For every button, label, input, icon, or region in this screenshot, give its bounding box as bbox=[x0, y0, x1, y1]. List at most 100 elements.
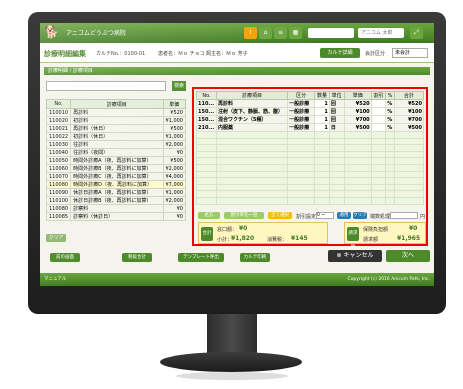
empty-cell bbox=[385, 196, 395, 205]
cancel-button[interactable]: ⊗ キャンセル bbox=[328, 250, 382, 262]
prescription-button[interactable]: 処方 bbox=[198, 212, 220, 219]
empty-cell bbox=[314, 177, 330, 185]
status-select[interactable]: 未会計 bbox=[392, 48, 428, 58]
app-screen: 🐕 アニコムどうぶつ病院 ! ⌂ ≡ ▦ アニコム 太郎 ⤢ 診療明細編集 カル… bbox=[40, 23, 434, 286]
table-cell: 110020 bbox=[45, 116, 72, 125]
clear-discount-button[interactable]: クリア bbox=[353, 212, 367, 219]
table-row[interactable]: 110070 時間外診療C（夜、再診料に加算） ¥4,000 bbox=[45, 172, 186, 181]
table-cell: 往診料 bbox=[70, 140, 164, 149]
table-row[interactable]: 110060 時間外診療B（夜、再診料に加算） ¥2,000 bbox=[45, 164, 186, 173]
table-cell: 一般診療 bbox=[287, 107, 316, 116]
empty-cell bbox=[328, 157, 345, 165]
empty-cell bbox=[215, 137, 289, 146]
table-cell[interactable] bbox=[370, 99, 387, 108]
discount-select[interactable]: 0 ~ bbox=[316, 212, 334, 219]
table-row[interactable]: 110080 時間外診療D（夜、再診料に加算） ¥7,000 bbox=[45, 180, 186, 189]
empty-cell bbox=[287, 144, 316, 152]
empty-cell bbox=[370, 157, 387, 165]
back-button[interactable]: 前の画面 bbox=[50, 253, 80, 262]
empty-row bbox=[196, 170, 425, 179]
table-cell: 休診日診療B（夜、再診料に加算） bbox=[70, 196, 164, 205]
alert-icon[interactable]: ! bbox=[244, 27, 257, 39]
empty-cell bbox=[328, 137, 345, 146]
table-row[interactable]: 110085 診察料（休診日） ¥0 bbox=[45, 212, 186, 221]
right-col-header: 単価 bbox=[343, 91, 372, 100]
table-cell[interactable]: 1 bbox=[314, 99, 330, 108]
apply-button[interactable]: 適用 bbox=[337, 212, 351, 219]
table-row[interactable]: 110030 往診料 ¥2,000 bbox=[45, 140, 186, 149]
empty-cell bbox=[328, 150, 345, 159]
table-row[interactable]: 110022 初診料（休日） ¥1,000 bbox=[45, 132, 186, 141]
empty-cell bbox=[385, 137, 395, 146]
empty-cell bbox=[196, 131, 217, 139]
table-row[interactable]: 150... 混合ワクチン（5種） 一般診療 1 回 ¥700% ¥700 bbox=[196, 115, 425, 124]
print-button[interactable]: カルテ印刷 bbox=[240, 253, 270, 262]
table-cell: ¥1,000 bbox=[162, 188, 186, 197]
empty-row bbox=[196, 137, 425, 146]
table-row[interactable]: 210... 内服薬 一般診療 1 日 ¥500% ¥500 bbox=[196, 123, 425, 132]
table-row[interactable]: 150... 注射（皮下、静脈、筋、腹） 一般診療 1 回 ¥100% ¥100 bbox=[196, 107, 425, 116]
table-cell: 内服薬 bbox=[215, 123, 289, 132]
empty-row bbox=[196, 183, 425, 192]
empty-cell bbox=[370, 163, 387, 172]
table-cell[interactable]: 1 bbox=[314, 107, 330, 116]
item-search-input[interactable] bbox=[46, 81, 166, 91]
empty-cell bbox=[370, 190, 387, 198]
table-row[interactable]: 110... 再診料 一般診療 1 回 ¥520% ¥520 bbox=[196, 99, 425, 108]
item-search-button[interactable]: 検索 bbox=[172, 81, 186, 91]
empty-cell bbox=[215, 131, 289, 139]
user-select[interactable]: アニコム 太郎 bbox=[358, 28, 404, 38]
home-icon[interactable]: ⌂ bbox=[259, 27, 272, 39]
table-cell: % bbox=[385, 115, 395, 124]
table-cell[interactable]: 1 bbox=[314, 115, 330, 124]
table-cell: 150... bbox=[196, 107, 217, 116]
karte-detail-button[interactable]: カルテ詳細 bbox=[320, 48, 360, 58]
manual-link[interactable]: マニュアル bbox=[44, 277, 66, 282]
table-row[interactable]: 110020 初診料 ¥1,000 bbox=[45, 116, 186, 125]
table-row[interactable]: 110100 休診日診療B（夜、再診料に加算） ¥2,000 bbox=[45, 196, 186, 205]
search-input[interactable] bbox=[308, 28, 354, 38]
table-cell[interactable] bbox=[370, 115, 387, 124]
table-row[interactable]: 110080 診察料 ¥0 bbox=[45, 204, 186, 213]
bulk-discount-button[interactable]: 割引率を一括 bbox=[224, 212, 264, 219]
table-cell: ¥1,000 bbox=[162, 132, 186, 141]
fraction-input[interactable] bbox=[390, 212, 418, 219]
total-tag: 合計 bbox=[201, 227, 213, 241]
empty-cell bbox=[196, 150, 217, 159]
table-row[interactable]: 110010 再診料 ¥520 bbox=[45, 108, 186, 117]
table-cell[interactable]: 1 bbox=[314, 123, 330, 132]
empty-cell bbox=[314, 144, 330, 152]
table-cell: 回 bbox=[328, 99, 345, 108]
list-icon[interactable]: ≡ bbox=[274, 27, 287, 39]
table-row[interactable]: 110040 往診料（夜間） ¥0 bbox=[45, 148, 186, 157]
table-cell: ¥500 bbox=[393, 123, 425, 132]
empty-cell bbox=[393, 150, 425, 159]
tax-total-button[interactable]: 税抜合計 bbox=[122, 253, 152, 262]
select-all-button[interactable]: 全て選択 bbox=[268, 212, 292, 219]
empty-row bbox=[196, 131, 425, 139]
empty-cell bbox=[287, 150, 316, 159]
empty-cell bbox=[215, 190, 289, 198]
table-cell: 110021 bbox=[45, 124, 72, 133]
monitor-base bbox=[160, 352, 302, 372]
table-cell: % bbox=[385, 99, 395, 108]
template-button[interactable]: テンプレート呼出 bbox=[178, 253, 224, 262]
expand-icon[interactable]: ⤢ bbox=[410, 27, 423, 39]
table-cell: 時間外診療A（夜、再診料に加算） bbox=[70, 156, 164, 165]
empty-cell bbox=[196, 144, 217, 152]
empty-cell bbox=[370, 150, 387, 159]
table-cell: 時間外診療D（夜、再診料に加算） bbox=[70, 180, 164, 189]
clear-button[interactable]: クリア bbox=[46, 234, 66, 242]
table-row[interactable]: 110090 休診日診療A（夜、再診料に加算） ¥1,000 bbox=[45, 188, 186, 197]
table-cell[interactable] bbox=[370, 123, 387, 132]
next-button[interactable]: 次へ bbox=[386, 250, 430, 262]
karte-number: カルテNo.：0100-01 bbox=[96, 51, 146, 57]
table-row[interactable]: 110021 再診料（休日） ¥500 bbox=[45, 124, 186, 133]
empty-cell bbox=[393, 131, 425, 139]
empty-cell bbox=[287, 190, 316, 198]
table-cell[interactable] bbox=[370, 107, 387, 116]
table-cell: ¥500 bbox=[162, 124, 186, 133]
calendar-icon[interactable]: ▦ bbox=[289, 27, 302, 39]
table-row[interactable]: 110050 時間外診療A（夜、再診料に加算） ¥500 bbox=[45, 156, 186, 165]
empty-cell bbox=[343, 170, 372, 179]
